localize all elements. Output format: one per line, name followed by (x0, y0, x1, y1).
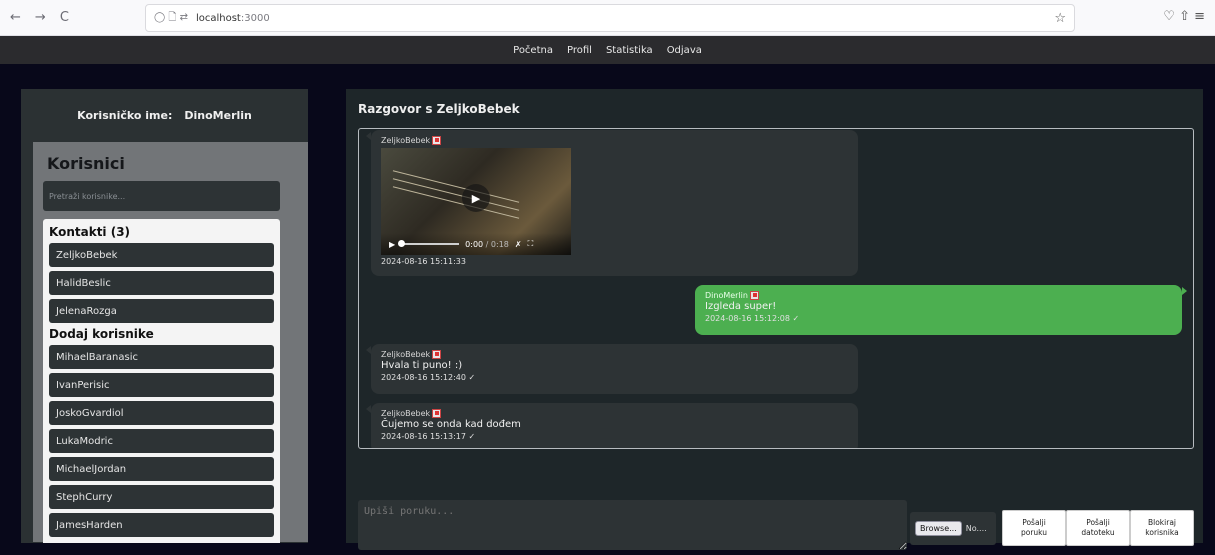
video-controls: ▶ 0:00 / 0:18 ✗ ⛶ (381, 233, 571, 255)
bookmark-star-icon[interactable]: ☆ (1054, 11, 1066, 26)
add-user-item[interactable]: JoskoGvardiol (49, 401, 274, 425)
message-text: Čujemo se onda kad dođem (381, 419, 521, 430)
url-bar[interactable]: ◯ 🗋 ⇄ localhost:3000 ☆ (145, 4, 1075, 32)
message-list: ZeljkoBebek ▶ ▶ 0:00 / 0:18 ✗ ⛶ 2024-08-… (358, 128, 1194, 449)
send-file-button[interactable]: Pošalji datoteku (1066, 510, 1130, 546)
back-icon[interactable]: ← (10, 10, 21, 25)
message-sender: DinoMerlin (705, 291, 1172, 300)
username-row: Korisničko ime: DinoMerlin (21, 89, 308, 141)
mute-icon[interactable]: ✗ (515, 240, 522, 249)
add-user-item[interactable]: StephCurry (49, 485, 274, 509)
file-input: Browse... No.... (910, 512, 996, 545)
message-text: Izgleda super! (705, 301, 777, 312)
chat-actions: Pošalji poruku Pošalji datoteku Blokiraj… (1002, 510, 1194, 546)
message-text: Hvala ti puno! :) (381, 360, 463, 371)
message-outgoing: DinoMerlin Izgleda super! 2024-08-16 15:… (695, 285, 1187, 335)
contact-item[interactable]: ZeljkoBebek (49, 243, 274, 267)
chat-title: Razgovor s ZeljkoBebek (358, 102, 520, 116)
video-seek-bar[interactable] (398, 240, 460, 247)
chat-panel: Razgovor s ZeljkoBebek ZeljkoBebek ▶ ▶ 0… (346, 89, 1203, 550)
nav-profile[interactable]: Profil (567, 45, 592, 56)
block-user-button[interactable]: Blokiraj korisnika (1130, 510, 1194, 546)
username-value: DinoMerlin (184, 108, 252, 122)
message-time: 2024-08-16 15:11:33 (381, 257, 466, 266)
video-time: 0:00 / 0:18 (465, 239, 509, 249)
nav-statistics[interactable]: Statistika (606, 45, 653, 56)
url-text: localhost:3000 (195, 12, 270, 24)
add-user-item[interactable]: IvanPerisic (49, 373, 274, 397)
user-list: Kontakti (3) ZeljkoBebek HalidBeslic Jel… (43, 219, 280, 543)
app-nav: Početna Profil Statistika Odjava (0, 36, 1215, 64)
message-time: 2024-08-16 15:12:40 ✓ (381, 373, 476, 382)
play-icon[interactable]: ▶ (462, 184, 490, 212)
browser-right-icons[interactable]: ♡ ⇧ ≡ (1163, 9, 1205, 24)
fullscreen-icon[interactable]: ⛶ (528, 239, 534, 249)
message-time: 2024-08-16 15:13:17 ✓ (381, 432, 476, 441)
message-incoming: ZeljkoBebek Hvala ti puno! :) 2024-08-16… (366, 344, 858, 394)
app-body: Korisničko ime: DinoMerlin Korisnici Pre… (0, 64, 1215, 555)
message-incoming: ZeljkoBebek Čujemo se onda kad dođem 202… (366, 403, 858, 448)
file-status: No.... (965, 524, 987, 533)
add-user-item[interactable]: MihaelBaranasic (49, 345, 274, 369)
message-sender: ZeljkoBebek (381, 136, 848, 145)
users-title: Korisnici (47, 154, 125, 173)
browse-button[interactable]: Browse... (915, 521, 962, 536)
users-panel: Korisnici Pretraži korisnike... Kontakti… (33, 142, 308, 543)
sidebar: Korisničko ime: DinoMerlin Korisnici Pre… (21, 89, 308, 543)
video-player[interactable]: ▶ ▶ 0:00 / 0:18 ✗ ⛶ (381, 148, 571, 255)
contacts-title: Kontakti (3) (49, 225, 131, 239)
message-incoming: ZeljkoBebek ▶ ▶ 0:00 / 0:18 ✗ ⛶ 2024-08-… (366, 130, 858, 276)
forward-icon[interactable]: → (35, 10, 46, 25)
username-label: Korisničko ime: (77, 108, 173, 122)
message-time: 2024-08-16 15:12:08 ✓ (705, 314, 800, 323)
reload-icon[interactable]: C (60, 10, 69, 25)
send-message-button[interactable]: Pošalji poruku (1002, 510, 1066, 546)
message-sender: ZeljkoBebek (381, 409, 848, 418)
add-users-title: Dodaj korisnike (49, 327, 154, 341)
add-user-item[interactable]: JamesHarden (49, 513, 274, 537)
add-user-item[interactable]: MichaelJordan (49, 457, 274, 481)
report-flag-icon[interactable] (749, 291, 759, 300)
nav-logout[interactable]: Odjava (667, 45, 702, 56)
message-input[interactable] (358, 500, 907, 550)
message-sender: ZeljkoBebek (381, 350, 848, 359)
play-button-icon[interactable]: ▶ (389, 240, 395, 249)
add-user-item[interactable]: LukaModric (49, 429, 274, 453)
nav-home[interactable]: Početna (513, 45, 553, 56)
contact-item[interactable]: JelenaRozga (49, 299, 274, 323)
report-flag-icon[interactable] (432, 136, 442, 145)
contact-item[interactable]: HalidBeslic (49, 271, 274, 295)
report-flag-icon[interactable] (432, 409, 442, 418)
user-search-input[interactable]: Pretraži korisnike... (43, 181, 280, 211)
browser-nav: ← → C (0, 10, 145, 25)
report-flag-icon[interactable] (432, 350, 442, 359)
browser-toolbar: ← → C ◯ 🗋 ⇄ localhost:3000 ☆ ♡ ⇧ ≡ (0, 0, 1215, 36)
url-bar-icons: ◯ 🗋 ⇄ (154, 11, 188, 23)
